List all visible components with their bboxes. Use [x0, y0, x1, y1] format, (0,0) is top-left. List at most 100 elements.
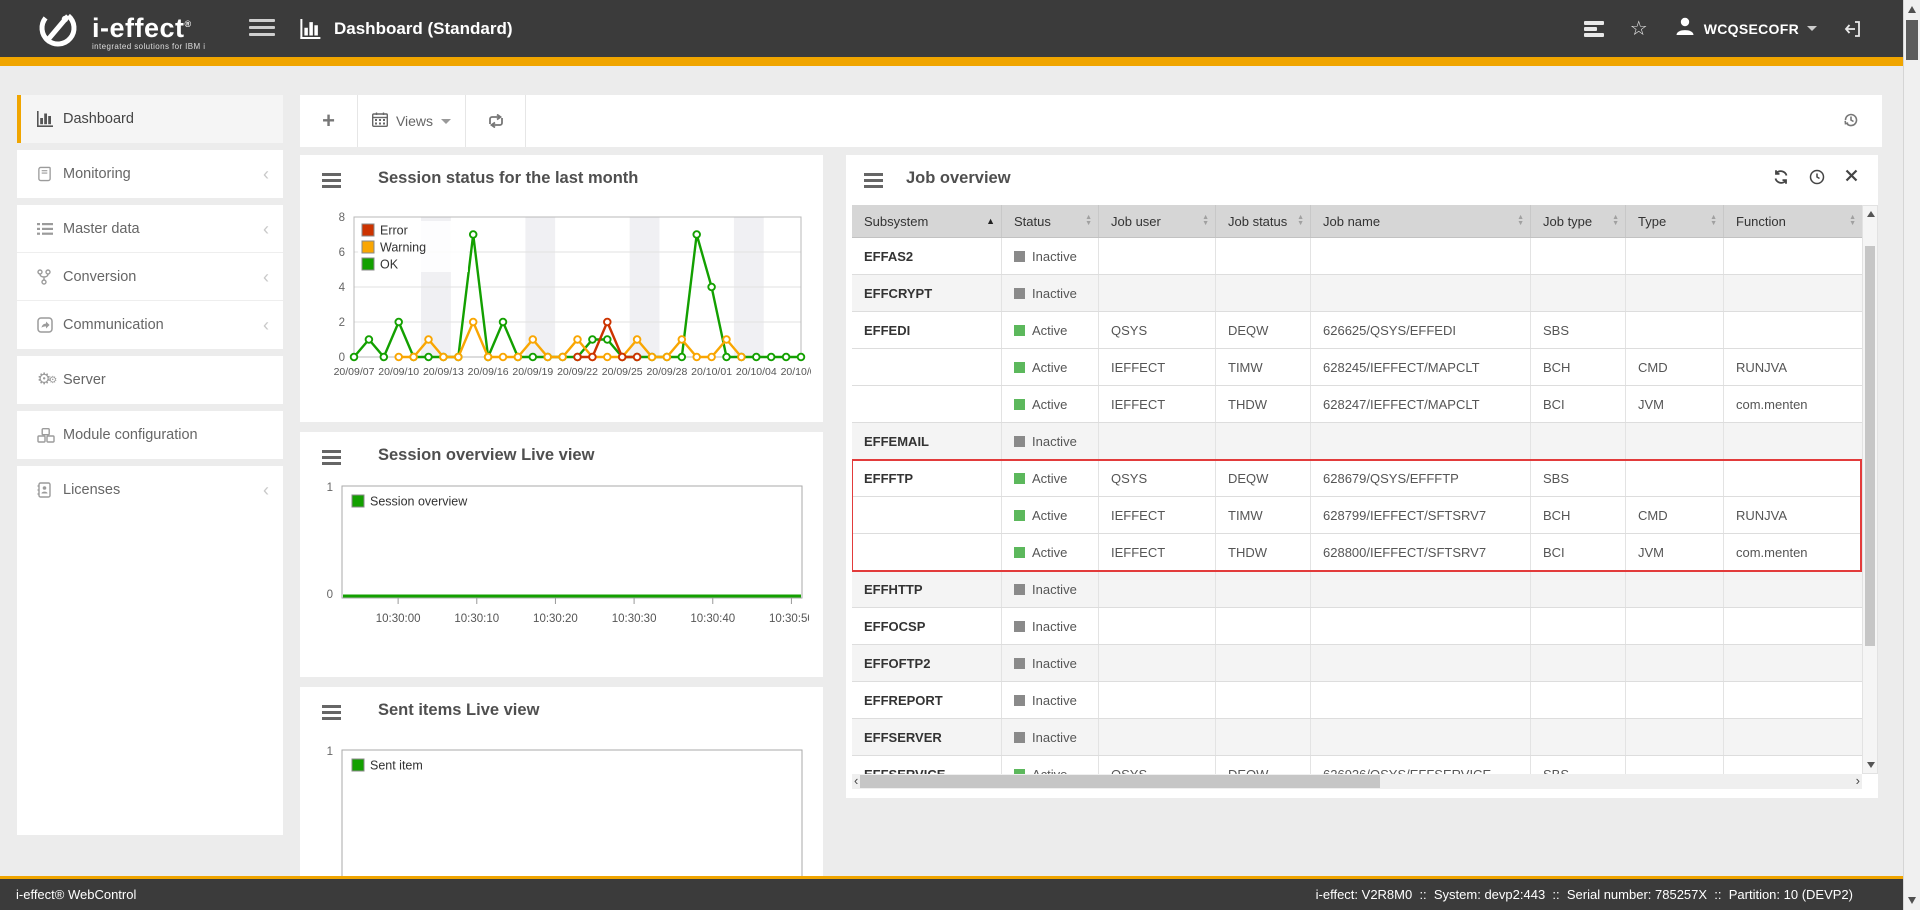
table-cell — [1099, 608, 1216, 644]
favorites-star-icon[interactable]: ☆ — [1630, 19, 1648, 39]
retweet-icon — [488, 114, 503, 128]
table-row[interactable]: EFFFTP Active QSYS DEQW 628679/QSYS/EFFFTP SB… — [852, 460, 1862, 497]
logo-tagline: integrated solutions for IBM i — [92, 41, 206, 51]
user-menu[interactable]: WCQSECOFR — [1674, 15, 1817, 42]
page-scrollbar[interactable] — [1903, 0, 1920, 910]
status-label: Active — [1032, 507, 1068, 523]
scroll-left-icon[interactable]: ‹ — [854, 773, 858, 788]
calendar-icon — [371, 112, 388, 130]
sidebar-item-module-configuration[interactable]: Module configuration — [17, 411, 283, 459]
table-cell — [1311, 645, 1531, 681]
sidebar-item-communication[interactable]: Communication ‹ — [17, 301, 283, 349]
sent-items-chart[interactable]: 1 Sent item — [304, 735, 809, 876]
table-row[interactable]: EFFAS2 Inactive — [852, 238, 1862, 275]
app-logo: i-effect® integrated solutions for IBM i — [34, 6, 205, 55]
status-square-icon — [1014, 731, 1025, 743]
refresh-icon[interactable] — [1773, 169, 1789, 185]
table-row[interactable]: EFFSERVER Inactive — [852, 719, 1862, 756]
svg-text:20/09/10: 20/09/10 — [378, 366, 419, 378]
table-row[interactable]: Active IEFFECT THDW 628800/IEFFECT/SFTSRV7 B… — [852, 534, 1862, 571]
column-label: Subsystem — [864, 213, 929, 229]
column-header-subsystem[interactable]: Subsystem ▲ — [852, 205, 1002, 237]
panel-menu-icon[interactable] — [322, 705, 341, 723]
column-header-job-type[interactable]: Job type ▲ ▼ — [1531, 205, 1626, 237]
sidebar-item-master-data[interactable]: Master data ‹ — [17, 205, 283, 253]
chevron-icon: ‹ — [263, 315, 269, 335]
column-header-job-name[interactable]: Job name ▲ ▼ — [1311, 205, 1531, 237]
table-row[interactable]: Active IEFFECT TIMW 628245/IEFFECT/MAPCLT BC… — [852, 349, 1862, 386]
panel-menu-icon[interactable] — [864, 173, 883, 191]
views-dropdown-button[interactable]: Views — [358, 95, 466, 147]
sidebar-group: Monitoring ‹ — [17, 150, 283, 198]
close-icon[interactable] — [1845, 169, 1858, 185]
job-table: Subsystem ▲ Status ▲ ▼ Job user ▲ ▼ Job status ▲ ▼… — [852, 205, 1862, 774]
status-label: Inactive — [1032, 248, 1077, 264]
scroll-right-icon[interactable]: › — [1856, 773, 1860, 788]
add-widget-button[interactable]: + — [300, 95, 358, 147]
sidebar-item-server[interactable]: ⚙ ⚙ Server — [17, 356, 283, 404]
table-row[interactable]: Active IEFFECT THDW 628247/IEFFECT/MAPCLT BC… — [852, 386, 1862, 423]
svg-text:Session overview: Session overview — [370, 495, 468, 509]
column-header-function[interactable]: Function ▲ ▼ — [1724, 205, 1862, 237]
svg-text:2: 2 — [339, 317, 345, 329]
sort-arrows-icon[interactable]: ▲ ▼ — [1710, 214, 1717, 227]
session-status-chart[interactable]: 0246820/09/07 20/09/10 20/09/13 20/09/16 20/… — [306, 205, 811, 417]
scroll-down-icon[interactable] — [1867, 762, 1875, 768]
sort-arrows-icon[interactable]: ▲ ▼ — [1849, 214, 1856, 227]
sidebar-group: Master data ‹ Conversion ‹ Communication ‹ — [17, 205, 283, 349]
sidebar-item-monitoring[interactable]: Monitoring ‹ — [17, 150, 283, 198]
sidebar-item-licenses[interactable]: Licenses ‹ — [17, 466, 283, 514]
table-row[interactable]: EFFSERVICE Active QSYS DEQW 626926/QSYS/EFFS… — [852, 756, 1862, 774]
scrollbar-thumb[interactable] — [860, 775, 1380, 788]
table-row[interactable]: EFFOFTP2 Inactive — [852, 645, 1862, 682]
status-label: Inactive — [1032, 285, 1077, 301]
svg-text:8: 8 — [339, 212, 345, 224]
table-row[interactable]: EFFREPORT Inactive — [852, 682, 1862, 719]
sort-arrows-icon[interactable]: ▲ ▼ — [1202, 214, 1209, 227]
history-button[interactable] — [1842, 111, 1860, 134]
table-row[interactable]: EFFHTTP Inactive — [852, 571, 1862, 608]
svg-text:10:30:00: 10:30:00 — [376, 613, 421, 625]
sidebar-item-conversion[interactable]: Conversion ‹ — [17, 253, 283, 301]
table-cell — [1531, 238, 1626, 274]
column-header-type[interactable]: Type ▲ ▼ — [1626, 205, 1724, 237]
sort-arrows-icon[interactable]: ▲ ▼ — [1085, 214, 1092, 227]
table-cell: QSYS — [1099, 460, 1216, 496]
sidebar-item-dashboard[interactable]: Dashboard — [17, 95, 283, 143]
session-live-chart[interactable]: 1 0 10:30:00 10:30:10 10:30:20 10:30:30 10:30:… — [304, 480, 809, 640]
scroll-up-icon[interactable] — [1867, 211, 1875, 217]
table-horizontal-scrollbar[interactable]: ‹ › — [852, 773, 1862, 789]
clock-icon[interactable] — [1809, 169, 1825, 185]
panel-menu-icon[interactable] — [322, 450, 341, 468]
column-header-job-status[interactable]: Job status ▲ ▼ — [1216, 205, 1311, 237]
menu-toggle-icon[interactable] — [249, 19, 275, 40]
status-square-icon — [1014, 509, 1025, 521]
sort-arrows-icon[interactable]: ▲ ▼ — [1297, 214, 1304, 227]
table-row[interactable]: EFFEDI Active QSYS DEQW 626625/QSYS/EFFEDI SB… — [852, 312, 1862, 349]
list-icon[interactable] — [1583, 20, 1604, 37]
table-cell — [1099, 423, 1216, 459]
table-row[interactable]: EFFCRYPT Inactive — [852, 275, 1862, 312]
logout-icon[interactable] — [1843, 19, 1863, 39]
sort-arrows-icon[interactable]: ▲ ▼ — [1612, 214, 1619, 227]
scrollbar-thumb[interactable] — [1865, 246, 1875, 646]
table-cell — [1626, 460, 1724, 496]
table-vertical-scrollbar[interactable] — [1862, 205, 1878, 774]
svg-text:10:30:10: 10:30:10 — [454, 613, 499, 625]
table-cell — [1724, 238, 1862, 274]
scroll-up-icon[interactable] — [1908, 6, 1916, 13]
panel-menu-icon[interactable] — [322, 173, 341, 191]
svg-text:1: 1 — [327, 746, 333, 758]
table-cell: Inactive — [1002, 238, 1099, 274]
table-cell: JVM — [1626, 534, 1724, 570]
scroll-down-icon[interactable] — [1908, 897, 1916, 904]
sort-arrows-icon[interactable]: ▲ — [986, 216, 995, 226]
sort-arrows-icon[interactable]: ▲ ▼ — [1517, 214, 1524, 227]
column-header-status[interactable]: Status ▲ ▼ — [1002, 205, 1099, 237]
scrollbar-thumb[interactable] — [1906, 20, 1918, 60]
column-header-job-user[interactable]: Job user ▲ ▼ — [1099, 205, 1216, 237]
table-row[interactable]: Active IEFFECT TIMW 628799/IEFFECT/SFTSRV7 B… — [852, 497, 1862, 534]
table-row[interactable]: EFFOCSP Inactive — [852, 608, 1862, 645]
table-row[interactable]: EFFEMAIL Inactive — [852, 423, 1862, 460]
reload-widgets-button[interactable] — [466, 95, 526, 147]
